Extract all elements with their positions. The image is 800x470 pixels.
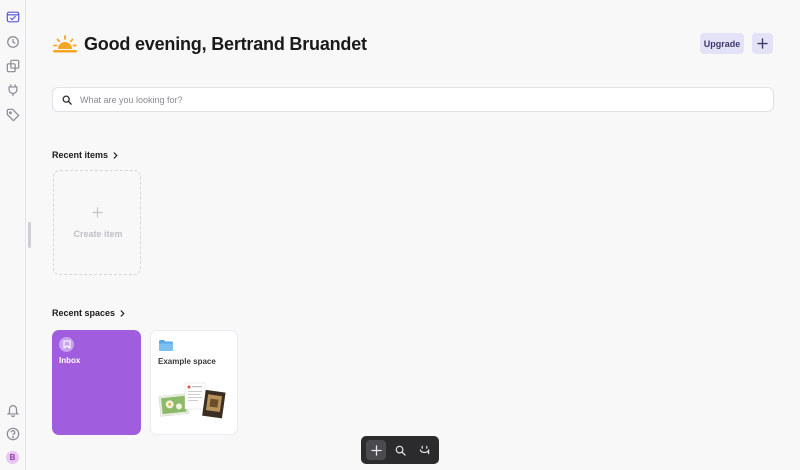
space-card-inbox[interactable]: Inbox <box>52 330 141 435</box>
chevron-right-icon <box>120 309 125 317</box>
page-title: Good evening, Bertrand Bruandet <box>84 34 367 54</box>
plus-icon <box>92 207 103 218</box>
space-preview-thumbnails <box>158 382 226 419</box>
inbox-badge <box>59 337 74 352</box>
search-icon <box>395 445 406 456</box>
quick-actions-toolbar <box>361 436 439 464</box>
layers-icon[interactable] <box>6 59 20 73</box>
recent-items-label: Recent items <box>52 150 109 160</box>
search-bar[interactable] <box>52 87 774 112</box>
bookmark-icon <box>62 340 71 349</box>
toolbar-add-button[interactable] <box>366 440 386 460</box>
create-item-card[interactable]: Create item <box>53 170 141 275</box>
space-label: Example space <box>158 357 216 366</box>
recent-spaces-label: Recent spaces <box>52 308 116 318</box>
chevron-right-icon <box>113 151 118 159</box>
search-input[interactable] <box>80 91 760 108</box>
search-icon <box>62 95 72 105</box>
plus-icon <box>757 38 768 49</box>
help-icon[interactable] <box>6 427 20 441</box>
sunset-icon <box>53 35 77 53</box>
recent-spaces-heading[interactable]: Recent spaces <box>52 308 126 318</box>
sidebar-resize-handle[interactable] <box>28 222 31 248</box>
toolbar-search-button[interactable] <box>390 440 410 460</box>
sidebar: B <box>0 0 26 470</box>
smile-icon <box>419 445 429 454</box>
tag-icon[interactable] <box>6 108 20 122</box>
history-icon[interactable] <box>6 35 20 49</box>
spaces-icon[interactable] <box>6 10 20 24</box>
avatar-initial: B <box>9 453 16 462</box>
folder-icon <box>159 340 173 351</box>
recent-items-heading[interactable]: Recent items <box>52 150 119 160</box>
add-button[interactable] <box>752 33 773 54</box>
plus-icon <box>370 444 382 456</box>
create-item-label: Create item <box>73 229 123 239</box>
upgrade-button[interactable]: Upgrade <box>700 33 744 54</box>
toolbar-assistant-button[interactable] <box>414 440 434 460</box>
avatar[interactable]: B <box>6 451 19 464</box>
bell-icon[interactable] <box>6 403 20 417</box>
space-label: Inbox <box>59 356 81 365</box>
plug-icon[interactable] <box>6 83 20 97</box>
space-card-example[interactable]: Example space <box>150 330 238 435</box>
